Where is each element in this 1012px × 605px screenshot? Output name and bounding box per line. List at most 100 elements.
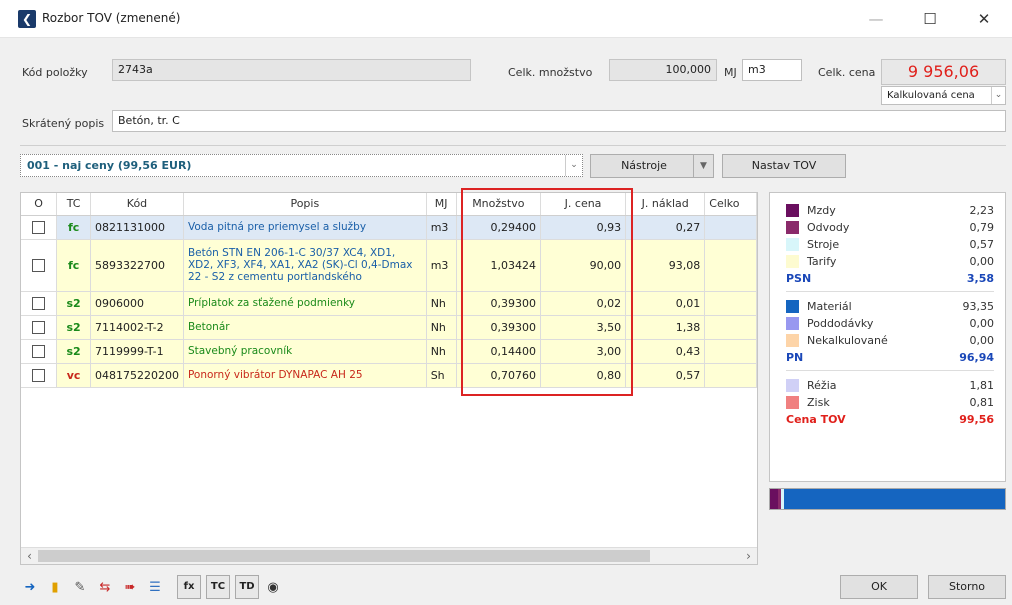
- row-mj: m3: [426, 215, 457, 240]
- row-unit-cost: 0,43: [625, 339, 706, 364]
- summary-value: 3,58: [966, 272, 994, 285]
- col-header-tc[interactable]: TC: [56, 193, 91, 216]
- row-unit-price[interactable]: 90,00: [540, 239, 627, 292]
- minimize-icon[interactable]: —: [856, 6, 896, 32]
- summary-row: Nekalkulované 0,00: [786, 333, 994, 349]
- row-unit-cost: 0,57: [625, 363, 706, 388]
- maximize-icon[interactable]: ☐: [910, 6, 950, 32]
- row-checkbox-cell[interactable]: [21, 239, 58, 292]
- row-qty[interactable]: 0,29400: [456, 215, 542, 240]
- divider: [786, 291, 994, 292]
- summary-value: 99,56: [959, 413, 994, 426]
- row-checkbox[interactable]: [32, 296, 46, 310]
- col-header-total[interactable]: Celko: [704, 193, 757, 216]
- row-checkbox[interactable]: [32, 320, 46, 334]
- price-mode-value: Kalkulovaná cena: [887, 90, 975, 101]
- row-unit-price[interactable]: 3,00: [540, 339, 627, 364]
- row-total: [704, 291, 757, 316]
- summary-label: Mzdy: [807, 204, 836, 217]
- price-mode-select[interactable]: Kalkulovaná cena ⌄: [881, 86, 1006, 105]
- short-desc-field[interactable]: Betón, tr. C: [112, 110, 1006, 132]
- scroll-right-icon[interactable]: ›: [740, 548, 757, 564]
- items-table: O TC Kód Popis MJ Množstvo J. cena J. ná…: [21, 193, 757, 388]
- insert-icon[interactable]: ▮: [47, 580, 63, 596]
- row-desc: Príplatok za sťažené podmienky: [183, 291, 427, 316]
- row-desc: Stavebný pracovník: [183, 339, 427, 364]
- col-header-unit-price[interactable]: J. cena: [540, 193, 627, 216]
- row-unit-price[interactable]: 0,80: [540, 363, 627, 388]
- back-arrow-icon[interactable]: ❮: [18, 10, 36, 28]
- export-icon[interactable]: ➠: [122, 580, 138, 596]
- chevron-down-icon[interactable]: ⌄: [991, 87, 1005, 104]
- variant-select[interactable]: 001 - naj ceny (99,56 EUR) ⌄: [20, 154, 583, 177]
- summary-value: 2,23: [969, 204, 995, 217]
- table-row[interactable]: s2 7114002-T-2 Betonár Nh 0,39300 3,50 1,38: [21, 315, 757, 340]
- total-price: 9 956,06: [881, 59, 1006, 85]
- col-header-o[interactable]: O: [21, 193, 58, 216]
- row-qty[interactable]: 0,39300: [456, 315, 542, 340]
- row-checkbox[interactable]: [32, 258, 46, 272]
- import-icon[interactable]: ➜: [22, 580, 38, 596]
- col-header-unit-cost[interactable]: J. náklad: [625, 193, 706, 216]
- close-icon[interactable]: ✕: [964, 6, 1004, 32]
- swap-icon[interactable]: ⇆: [97, 580, 113, 596]
- row-tc: vc: [56, 363, 91, 388]
- summary-value: 0,79: [969, 221, 995, 234]
- tools-button[interactable]: Nástroje ▼: [590, 154, 714, 178]
- horizontal-scrollbar[interactable]: ‹ ›: [21, 547, 757, 564]
- row-qty[interactable]: 0,39300: [456, 291, 542, 316]
- legend-swatch: [786, 300, 799, 313]
- col-header-mj[interactable]: MJ: [426, 193, 457, 216]
- row-unit-price[interactable]: 0,93: [540, 215, 627, 240]
- table-row[interactable]: s2 7119999-T-1 Stavebný pracovník Nh 0,14400…: [21, 339, 757, 364]
- row-unit-price[interactable]: 3,50: [540, 315, 627, 340]
- row-checkbox-cell[interactable]: [21, 215, 58, 240]
- summary-label: Materiál: [807, 300, 852, 313]
- summary-row: Zisk 0,81: [786, 395, 994, 411]
- bar-segment-mzdy: [770, 489, 778, 509]
- row-checkbox[interactable]: [32, 344, 46, 358]
- row-checkbox-cell[interactable]: [21, 315, 58, 340]
- chevron-down-icon[interactable]: ⌄: [565, 155, 582, 176]
- row-mj: Sh: [426, 363, 457, 388]
- col-header-desc[interactable]: Popis: [183, 193, 427, 216]
- scrollbar-thumb[interactable]: [38, 550, 650, 562]
- divider: [786, 370, 994, 371]
- col-header-qty[interactable]: Množstvo: [456, 193, 542, 216]
- scroll-left-icon[interactable]: ‹: [21, 548, 38, 564]
- table-row[interactable]: s2 0906000 Príplatok za sťažené podmienky N…: [21, 291, 757, 316]
- eye-icon[interactable]: ◉: [265, 580, 281, 596]
- col-header-code[interactable]: Kód: [90, 193, 184, 216]
- ok-button[interactable]: OK: [840, 575, 918, 599]
- td-button[interactable]: TD: [235, 575, 259, 599]
- edit-icon[interactable]: ✎: [72, 580, 88, 596]
- summary-row: PSN 3,58: [786, 271, 994, 287]
- row-qty[interactable]: 1,03424: [456, 239, 542, 292]
- row-mj: Nh: [426, 339, 457, 364]
- row-qty[interactable]: 0,70760: [456, 363, 542, 388]
- row-code: 0821131000: [90, 215, 184, 240]
- tc-button[interactable]: TC: [206, 575, 230, 599]
- setup-tov-button[interactable]: Nastav TOV: [722, 154, 846, 178]
- row-checkbox-cell[interactable]: [21, 363, 58, 388]
- summary-row: Poddodávky 0,00: [786, 316, 994, 332]
- fx-button[interactable]: fx: [177, 575, 201, 599]
- table-row[interactable]: fc 5893322700 Betón STN EN 206-1-C 30/37 X…: [21, 239, 757, 292]
- row-checkbox-cell[interactable]: [21, 339, 58, 364]
- row-unit-price[interactable]: 0,02: [540, 291, 627, 316]
- row-checkbox[interactable]: [32, 220, 46, 234]
- summary-value: 1,81: [969, 379, 995, 392]
- row-checkbox[interactable]: [32, 368, 46, 382]
- table-row[interactable]: fc 0821131000 Voda pitná pre priemysel a s…: [21, 215, 757, 240]
- summary-value: 96,94: [959, 351, 994, 364]
- list-icon[interactable]: ☰: [147, 580, 163, 596]
- row-unit-cost: 0,01: [625, 291, 706, 316]
- row-desc: Betón STN EN 206-1-C 30/37 XC4, XD1, XD2…: [183, 239, 427, 292]
- table-row[interactable]: vc 048175220200 Ponorný vibrátor DYNAPAC A…: [21, 363, 757, 388]
- chevron-down-icon[interactable]: ▼: [693, 155, 713, 177]
- legend-swatch: [786, 334, 799, 347]
- cancel-button[interactable]: Storno: [928, 575, 1006, 599]
- unit-field[interactable]: m3: [742, 59, 802, 81]
- row-qty[interactable]: 0,14400: [456, 339, 542, 364]
- row-checkbox-cell[interactable]: [21, 291, 58, 316]
